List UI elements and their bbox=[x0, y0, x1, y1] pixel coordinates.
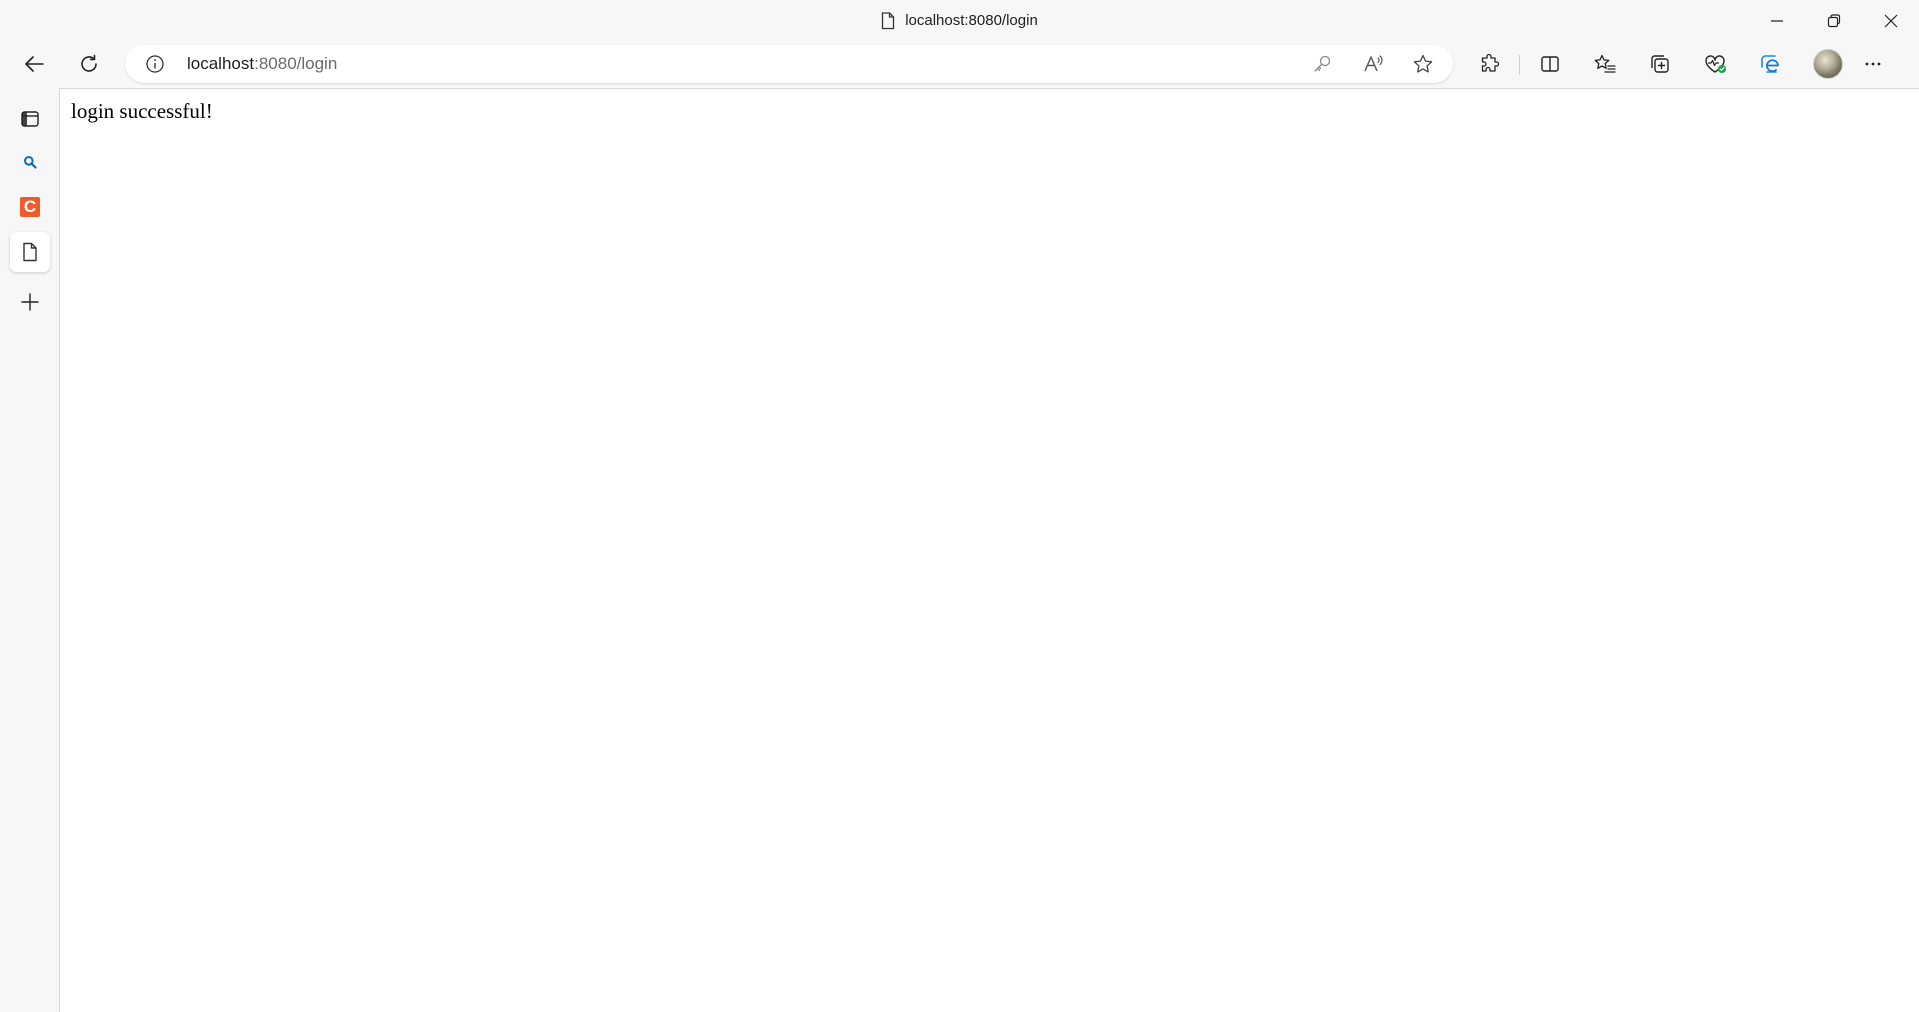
toolbar-separator bbox=[1519, 55, 1520, 75]
tab-actions-button[interactable] bbox=[10, 99, 50, 139]
login-message: login successful! bbox=[71, 99, 213, 123]
browser-toolbar: localhost:8080/login bbox=[0, 41, 1919, 88]
extensions-icon bbox=[1481, 53, 1500, 72]
split-screen-button[interactable] bbox=[1532, 46, 1568, 82]
favorites-button[interactable] bbox=[1587, 46, 1623, 82]
page-content: login successful! bbox=[59, 88, 1919, 1012]
more-button[interactable] bbox=[1855, 46, 1891, 82]
read-aloud-icon[interactable] bbox=[1361, 52, 1385, 76]
c-app-icon: C bbox=[20, 197, 40, 217]
title-bar: localhost:8080/login bbox=[0, 0, 1919, 41]
split-screen-icon bbox=[1541, 56, 1559, 72]
key-icon[interactable] bbox=[1310, 52, 1334, 76]
new-tab-button[interactable] bbox=[10, 282, 50, 322]
collections-button[interactable] bbox=[1642, 46, 1678, 82]
address-bar[interactable]: localhost:8080/login bbox=[125, 45, 1453, 83]
browser-essentials-icon bbox=[1705, 55, 1726, 73]
url-host: localhost bbox=[187, 54, 255, 73]
favorites-icon bbox=[1594, 54, 1616, 73]
favorite-star-icon[interactable] bbox=[1411, 52, 1435, 76]
sidebar-page-tab[interactable] bbox=[10, 232, 50, 272]
refresh-button[interactable] bbox=[71, 46, 107, 82]
extensions-button[interactable] bbox=[1472, 46, 1508, 82]
edge-icon bbox=[1761, 55, 1779, 73]
window-title: localhost:8080/login bbox=[0, 0, 1919, 41]
url-path: :8080/login bbox=[254, 54, 338, 73]
profile-avatar[interactable] bbox=[1813, 49, 1843, 79]
page-icon bbox=[882, 11, 895, 29]
window-controls bbox=[1748, 0, 1919, 41]
add-icon bbox=[21, 293, 39, 311]
window-title-text: localhost:8080/login bbox=[905, 12, 1038, 29]
close-icon bbox=[1884, 14, 1897, 27]
restore-button[interactable] bbox=[1805, 0, 1862, 41]
tabs-icon bbox=[21, 111, 39, 127]
back-button[interactable] bbox=[16, 46, 52, 82]
page-tab-icon bbox=[23, 242, 37, 262]
edge-button[interactable] bbox=[1752, 46, 1788, 82]
sidebar-c-tab[interactable]: C bbox=[10, 187, 50, 227]
search-icon bbox=[24, 156, 37, 169]
url-text[interactable]: localhost:8080/login bbox=[187, 45, 337, 83]
info-icon[interactable] bbox=[145, 54, 165, 74]
restore-icon bbox=[1827, 13, 1840, 27]
browser-essentials-button[interactable] bbox=[1697, 46, 1733, 82]
sidebar-search-tab[interactable] bbox=[10, 142, 50, 182]
minimize-icon bbox=[1770, 19, 1783, 22]
back-arrow-icon bbox=[25, 56, 44, 72]
minimize-button[interactable] bbox=[1748, 0, 1805, 41]
refresh-icon bbox=[81, 54, 97, 72]
vertical-tabs-sidebar: C bbox=[0, 88, 59, 1012]
collections-icon bbox=[1651, 55, 1669, 73]
more-icon bbox=[1865, 62, 1881, 66]
close-button[interactable] bbox=[1862, 0, 1919, 41]
